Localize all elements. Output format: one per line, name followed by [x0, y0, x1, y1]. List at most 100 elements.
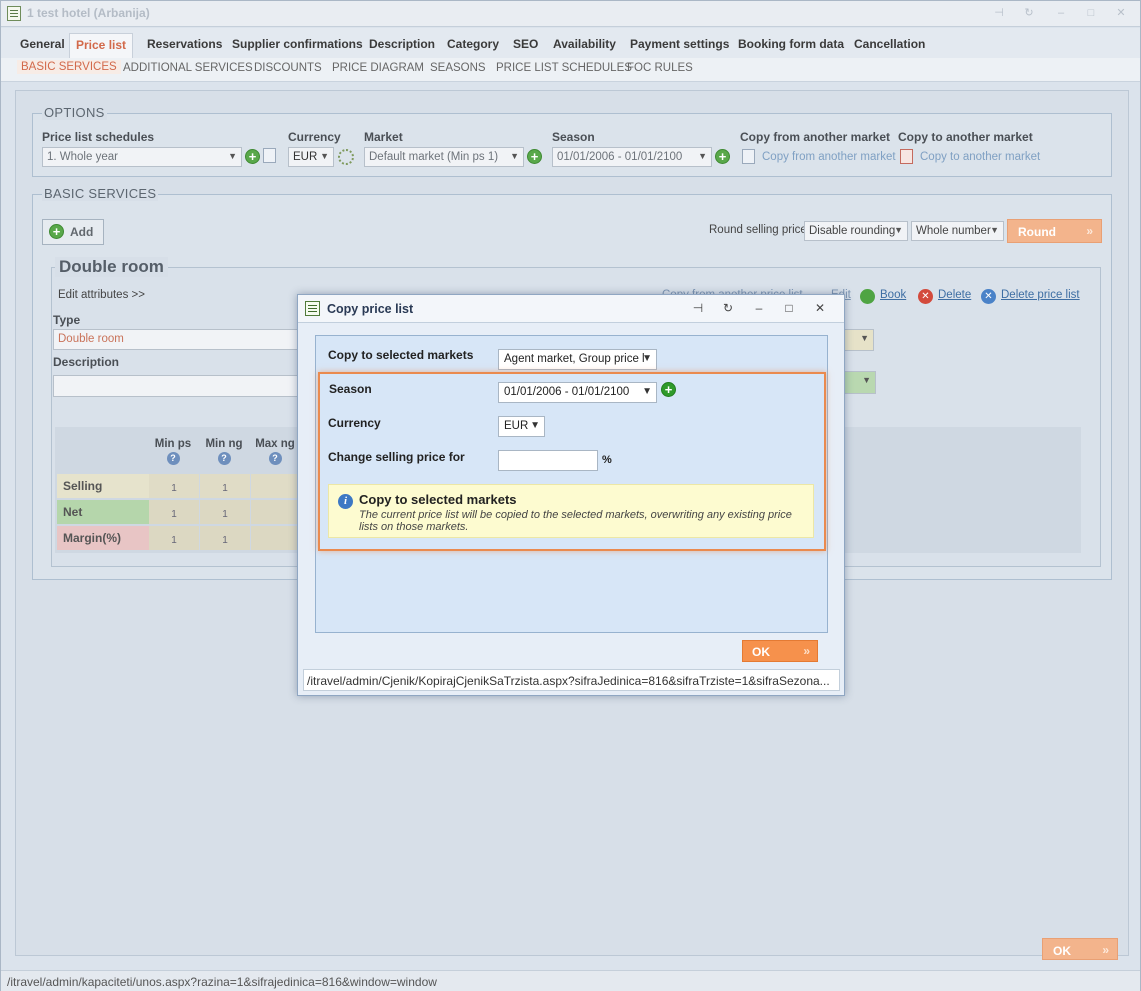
reload-icon[interactable]: ↻ — [1021, 6, 1037, 20]
help-icon[interactable]: ? — [268, 452, 282, 465]
table-cell[interactable] — [251, 474, 301, 498]
highlight-frame — [318, 372, 826, 551]
copy-to-markets-label: Copy to selected markets — [328, 348, 474, 362]
description-extra-select[interactable]: ▼ — [842, 371, 876, 394]
subtab-seasons[interactable]: SEASONS — [430, 62, 486, 74]
window-app-icon — [7, 6, 21, 21]
season-select[interactable]: 01/01/2006 - 01/01/2100 ▼ — [552, 147, 712, 167]
document-icon[interactable] — [263, 148, 276, 163]
dialog-ok-button[interactable]: OK» — [742, 640, 818, 662]
delete-link[interactable]: Delete — [938, 289, 971, 301]
table-cell[interactable]: 1 — [200, 474, 250, 498]
rounding-select[interactable]: Disable rounding ▼ — [804, 221, 908, 241]
tab-reservations[interactable]: Reservations — [141, 33, 228, 58]
minimize-icon[interactable]: – — [1053, 6, 1069, 20]
subtab-price-list-schedules[interactable]: PRICE LIST SCHEDULES — [496, 62, 632, 74]
exchange-rate-icon[interactable] — [338, 149, 354, 165]
add-season-icon[interactable]: + — [715, 149, 730, 164]
table-cell[interactable]: 1 — [200, 500, 250, 524]
delete-icon: ✕ — [918, 289, 933, 304]
copy-from-market-label: Copy from another market — [740, 130, 891, 144]
options-fieldset — [32, 113, 1112, 177]
help-icon[interactable]: ? — [166, 452, 180, 465]
price-list-schedules-select[interactable]: 1. Whole year ▼ — [42, 147, 242, 167]
tab-cancellation[interactable]: Cancellation — [848, 33, 931, 58]
chevron-down-icon: ▼ — [860, 333, 869, 343]
type-extra-select[interactable]: ▼ — [842, 329, 874, 351]
subtab-basic-services[interactable]: BASIC SERVICES — [17, 60, 121, 74]
add-schedule-icon[interactable]: + — [245, 149, 260, 164]
copy-from-market-link[interactable]: Copy from another market — [762, 151, 896, 163]
table-cell[interactable]: 1 — [149, 500, 199, 524]
close-icon[interactable]: ✕ — [812, 301, 828, 315]
pin-icon[interactable]: ⊣ — [991, 6, 1007, 20]
table-cell[interactable]: 1 — [149, 474, 199, 498]
tab-category[interactable]: Category — [441, 33, 505, 58]
edit-attributes-link[interactable]: Edit attributes >> — [58, 289, 145, 301]
delete-price-list-icon: ✕ — [981, 289, 996, 304]
table-cell[interactable] — [251, 500, 301, 524]
add-button[interactable]: + Add — [42, 219, 104, 245]
table-cell[interactable] — [251, 526, 301, 550]
double-chevron-right-icon: » — [1086, 224, 1093, 238]
sub-tabs: BASIC SERVICES ADDITIONAL SERVICES DISCO… — [1, 58, 1140, 82]
reload-icon[interactable]: ↻ — [720, 301, 736, 315]
play-icon — [860, 289, 875, 304]
tab-booking-form-data[interactable]: Booking form data — [732, 33, 850, 58]
chevron-down-icon: ▼ — [862, 375, 871, 385]
number-format-select[interactable]: Whole number ▼ — [911, 221, 1004, 241]
tab-payment-settings[interactable]: Payment settings — [624, 33, 735, 58]
copy-to-markets-select[interactable]: Agent market, Group price l ▼ — [498, 349, 657, 370]
tab-seo[interactable]: SEO — [507, 33, 544, 58]
tab-description[interactable]: Description — [363, 33, 441, 58]
tab-general[interactable]: General — [14, 33, 71, 58]
description-label: Description — [53, 355, 120, 369]
maximize-icon[interactable]: □ — [1083, 6, 1099, 20]
maximize-icon[interactable]: □ — [781, 301, 797, 315]
type-select[interactable]: Double room — [53, 329, 299, 350]
subtab-foc-rules[interactable]: FOC RULES — [627, 62, 693, 74]
status-bar: /itravel/admin/kapaciteti/unos.aspx?razi… — [1, 970, 1140, 991]
main-tabs: General Price list Reservations Supplier… — [1, 28, 1140, 58]
column-header: Min ng? — [199, 438, 249, 465]
chevron-down-icon: ▼ — [510, 151, 519, 161]
chevron-down-icon: ▼ — [990, 225, 999, 235]
currency-select[interactable]: EUR ▼ — [288, 147, 334, 167]
subtab-discounts[interactable]: DISCOUNTS — [254, 62, 322, 74]
column-header: Max ng? — [250, 438, 300, 465]
market-label: Market — [364, 130, 403, 144]
delete-price-list-link[interactable]: Delete price list — [1001, 289, 1080, 301]
book-link[interactable]: Book — [880, 289, 906, 301]
round-button[interactable]: Round» — [1007, 219, 1102, 243]
close-icon[interactable]: ✕ — [1113, 6, 1129, 20]
copy-to-market-link[interactable]: Copy to another market — [920, 151, 1040, 163]
subtab-price-diagram[interactable]: PRICE DIAGRAM — [332, 62, 424, 74]
tab-availability[interactable]: Availability — [547, 33, 622, 58]
pin-icon[interactable]: ⊣ — [690, 301, 706, 315]
chevron-down-icon: ▼ — [894, 225, 903, 235]
help-icon[interactable]: ? — [217, 452, 231, 465]
copy-to-document-icon — [900, 149, 913, 164]
row-label-margin: Margin(%) — [57, 526, 149, 550]
options-legend: OPTIONS — [42, 105, 107, 120]
column-header: Min ps? — [148, 438, 198, 465]
description-input[interactable] — [53, 375, 299, 397]
market-select[interactable]: Default market (Min ps 1) ▼ — [364, 147, 524, 167]
tab-price-list[interactable]: Price list — [69, 33, 134, 58]
plus-icon: + — [49, 224, 64, 239]
table-cell[interactable]: 1 — [149, 526, 199, 550]
row-label-selling: Selling — [57, 474, 149, 498]
table-cell[interactable]: 1 — [200, 526, 250, 550]
dialog-title: Copy price list — [327, 302, 414, 316]
dialog-status-bar: /itravel/admin/Cjenik/KopirajCjenikSaTrz… — [303, 669, 840, 691]
row-label-net: Net — [57, 500, 149, 524]
tab-supplier-confirmations[interactable]: Supplier confirmations — [226, 33, 369, 58]
ok-button[interactable]: OK» — [1042, 938, 1118, 960]
chevron-down-icon: ▼ — [698, 151, 707, 161]
round-selling-price-label: Round selling price — [709, 224, 807, 236]
price-list-schedules-label: Price list schedules — [42, 130, 155, 144]
column-header-label: Min ps — [154, 438, 192, 450]
subtab-additional-services[interactable]: ADDITIONAL SERVICES — [123, 62, 253, 74]
minimize-icon[interactable]: – — [751, 301, 767, 315]
add-market-icon[interactable]: + — [527, 149, 542, 164]
